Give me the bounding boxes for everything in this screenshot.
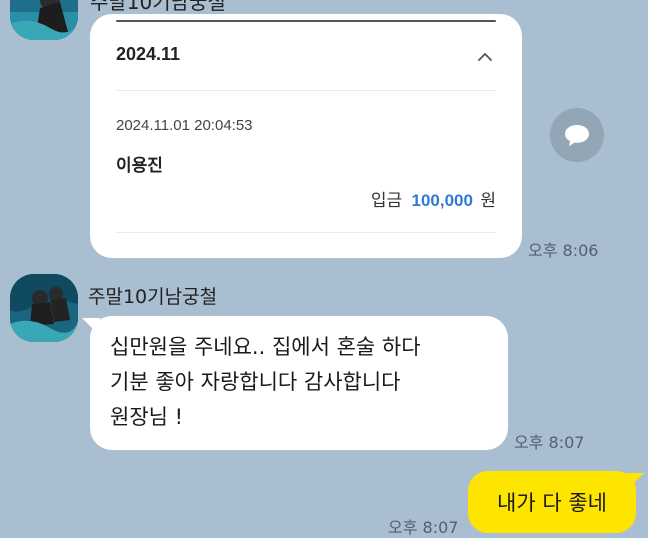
card-top-rule	[116, 20, 496, 22]
message-text: 십만원을 주네요.. 집에서 혼술 하다 기분 좋아 자랑합니다 감사합니다 원…	[110, 335, 421, 429]
transfer-amount-row: 입금 100,000 원	[371, 186, 496, 211]
card-month-label: 2024.11	[116, 44, 181, 64]
speech-bubble-icon	[565, 125, 589, 146]
transfer-history-card[interactable]: 2024.11 2024.11.01 20:04:53 이용진 입금 100,0…	[90, 14, 522, 258]
sender-avatar[interactable]	[10, 274, 78, 342]
sender-avatar-top[interactable]	[10, 0, 78, 40]
sender-name-top: 주말10기남궁철	[90, 0, 226, 14]
transfer-datetime: 2024.11.01 20:04:53	[116, 117, 253, 134]
card-divider	[116, 90, 496, 91]
transfer-sender-name: 이용진	[116, 156, 163, 176]
chat-bubble-sent[interactable]: 내가 다 좋네	[468, 471, 636, 533]
sender-name: 주말10기남궁철	[88, 286, 218, 308]
currency-label: 원	[480, 191, 496, 211]
card-divider-bottom	[116, 232, 496, 233]
message-text-sent: 내가 다 좋네	[497, 491, 607, 515]
message-time: 오후 8:07	[514, 433, 585, 452]
chevron-up-icon[interactable]	[474, 46, 496, 68]
transfer-amount: 100,000	[411, 191, 473, 210]
message-time-sent: 오후 8:07	[388, 518, 459, 537]
chat-bubble-received[interactable]: 십만원을 주네요.. 집에서 혼술 하다 기분 좋아 자랑합니다 감사합니다 원…	[90, 316, 508, 450]
deposit-label: 입금	[370, 191, 403, 211]
message-time: 오후 8:06	[528, 241, 599, 260]
share-button[interactable]	[550, 108, 604, 162]
